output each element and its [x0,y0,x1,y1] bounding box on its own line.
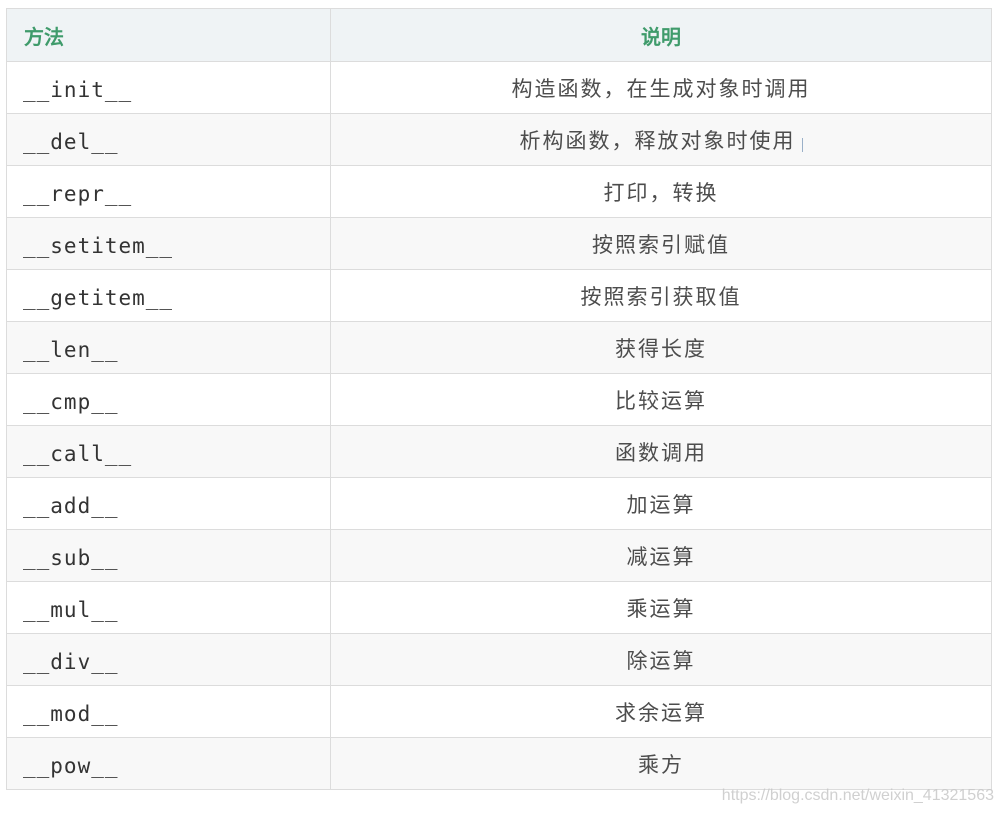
method-cell: __init__ [6,61,331,114]
table-row: __pow__ 乘方 [6,737,992,790]
method-cell: __len__ [6,321,331,374]
table-row: __add__ 加运算 [6,477,992,530]
table-header-row: 方法 说明 [6,8,992,62]
description-cell: 乘方 [330,737,992,790]
description-text: 析构函数，释放对象时使用 [519,128,796,153]
watermark-url: https://blog.csdn.net/weixin_41321563 [721,787,994,804]
method-cell: __add__ [6,477,331,530]
method-cell: __call__ [6,425,331,478]
description-cell: 比较运算 [330,373,992,426]
description-cell: 按照索引赋值 [330,217,992,270]
description-cell: 构造函数，在生成对象时调用 [330,61,992,114]
table-row: __repr__ 打印，转换 [6,165,992,218]
table-row: __mod__ 求余运算 [6,685,992,738]
method-cell: __cmp__ [6,373,331,426]
method-cell: __getitem__ [6,269,331,322]
table-row: __cmp__ 比较运算 [6,373,992,426]
table-row: __sub__ 减运算 [6,529,992,582]
description-cell: 获得长度 [330,321,992,374]
method-cell: __del__ [6,113,331,166]
header-method: 方法 [6,8,331,62]
description-cell: 除运算 [330,633,992,686]
description-cell: 函数调用 [330,425,992,478]
method-cell: __mul__ [6,581,331,634]
description-cell: 析构函数，释放对象时使用 [330,113,992,166]
table-row: __call__ 函数调用 [6,425,992,478]
method-cell: __repr__ [6,165,331,218]
magic-methods-table: 方法 说明 __init__ 构造函数，在生成对象时调用 __del__ 析构函… [6,8,992,790]
description-cell: 乘运算 [330,581,992,634]
table-row: __init__ 构造函数，在生成对象时调用 [6,61,992,114]
description-cell: 按照索引获取值 [330,269,992,322]
method-cell: __mod__ [6,685,331,738]
table-row: __len__ 获得长度 [6,321,992,374]
table-row: __mul__ 乘运算 [6,581,992,634]
table-row: __setitem__ 按照索引赋值 [6,217,992,270]
header-description: 说明 [330,8,992,62]
description-cell: 求余运算 [330,685,992,738]
table-row: __del__ 析构函数，释放对象时使用 [6,113,992,166]
description-cell: 打印，转换 [330,165,992,218]
text-cursor-mark [801,137,803,152]
description-cell: 减运算 [330,529,992,582]
method-cell: __sub__ [6,529,331,582]
method-cell: __setitem__ [6,217,331,270]
table-row: __div__ 除运算 [6,633,992,686]
methods-table-container: 方法 说明 __init__ 构造函数，在生成对象时调用 __del__ 析构函… [6,8,992,790]
method-cell: __pow__ [6,737,331,790]
table-row: __getitem__ 按照索引获取值 [6,269,992,322]
description-cell: 加运算 [330,477,992,530]
method-cell: __div__ [6,633,331,686]
